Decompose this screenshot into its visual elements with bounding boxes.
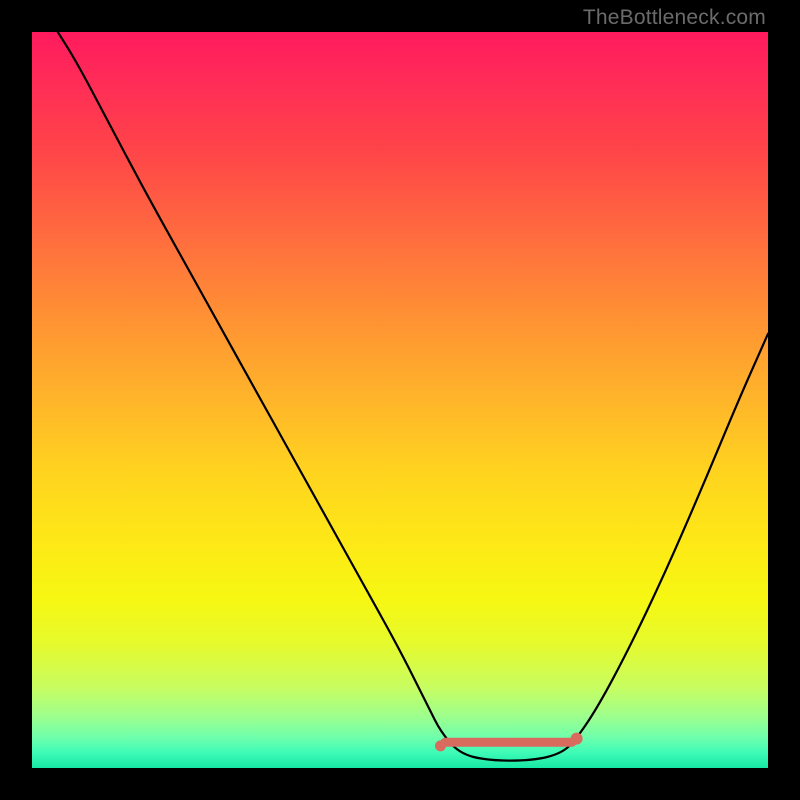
highlight-bar <box>441 738 577 747</box>
watermark-text: TheBottleneck.com <box>583 6 766 30</box>
plot-svg <box>32 32 768 768</box>
highlight-end-dot <box>571 733 583 745</box>
chart-frame: TheBottleneck.com <box>0 0 800 800</box>
bottleneck-curve <box>58 32 768 761</box>
plot-area <box>32 32 768 768</box>
